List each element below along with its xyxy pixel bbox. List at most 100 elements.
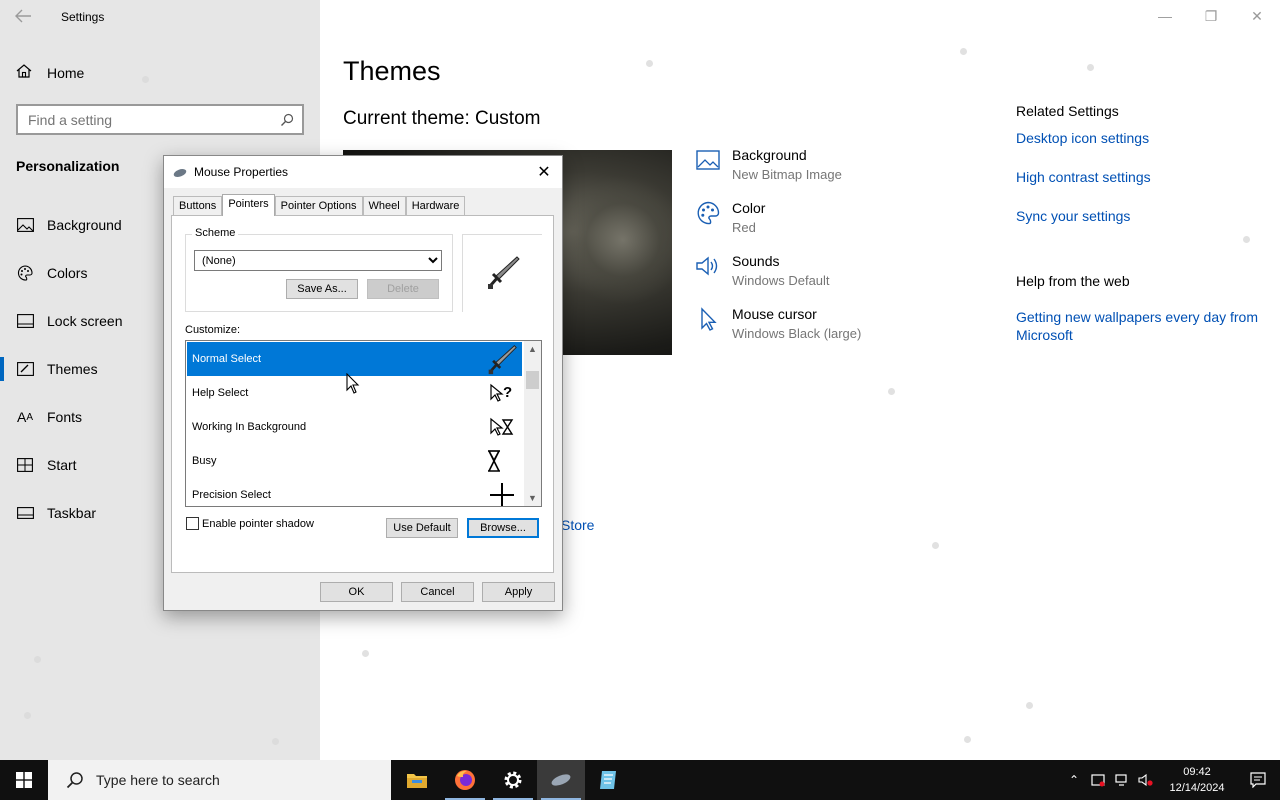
firefox-icon[interactable] [441,760,489,800]
tab-pointer-options[interactable]: Pointer Options [274,196,363,216]
palette-icon [16,264,34,282]
tab-buttons[interactable]: Buttons [173,196,223,216]
taskbar-search-placeholder: Type here to search [96,772,220,788]
svg-text:?: ? [503,384,512,401]
snowflake-decoration [34,656,41,663]
cancel-button[interactable]: Cancel [401,582,474,602]
list-item-busy[interactable]: Busy [187,444,522,478]
scheme-group: Scheme (None) Save As... Delete [185,227,453,312]
taskbar-icon [16,504,34,522]
related-settings-heading: Related Settings [1016,103,1119,119]
taskbar: Type here to search ⌃ 09:42 12/14/2024 [0,760,1280,800]
sword-cursor-icon [485,254,521,293]
back-arrow-icon[interactable] [14,8,34,26]
taskbar-search-box[interactable]: Type here to search [48,760,391,800]
customize-label: Customize: [185,324,241,336]
store-link[interactable]: Store [561,517,594,533]
list-item-working-in-background[interactable]: Working In Background [187,410,522,444]
file-explorer-icon[interactable] [393,760,441,800]
browse-button[interactable]: Browse... [467,518,539,538]
sidebar-item-label: Themes [47,361,98,377]
snowflake-decoration [1243,236,1250,243]
notification-center-icon[interactable] [1236,760,1280,800]
lock-screen-icon [16,312,34,330]
desktop-icon-settings-link[interactable]: Desktop icon settings [1016,129,1266,147]
sidebar-item-label: Taskbar [47,505,97,521]
snowflake-decoration [24,712,31,719]
cursor-name: Normal Select [192,353,262,365]
scroll-thumb[interactable] [526,371,539,389]
snowflake-decoration [272,738,279,745]
cursor-icon [695,306,721,332]
network-icon[interactable] [1110,760,1134,800]
minimize-icon[interactable]: — [1142,0,1188,32]
settings-gear-icon[interactable] [489,760,537,800]
restore-icon[interactable]: ❐ [1188,0,1234,32]
theme-prop-title: Mouse cursor [732,306,817,322]
hourglass-icon [482,449,522,473]
chevron-up-icon[interactable]: ⌃ [1062,760,1086,800]
save-as-button[interactable]: Save As... [286,279,358,299]
use-default-button[interactable]: Use Default [386,518,458,538]
windows-start-icon[interactable] [0,760,48,800]
theme-prop-title: Background [732,147,807,163]
scheme-label: Scheme [192,227,239,239]
list-item-precision-select[interactable]: Precision Select [187,478,522,506]
snowflake-decoration [142,76,149,83]
sword-cursor-icon [482,343,522,375]
tab-hardware[interactable]: Hardware [405,196,466,216]
find-setting-input[interactable] [18,111,272,128]
section-title: Personalization [16,158,120,174]
theme-mouse-cursor-setting[interactable]: Mouse cursor Windows Black (large) [695,306,861,341]
apply-button[interactable]: Apply [482,582,555,602]
scheme-select[interactable]: (None) [194,250,442,271]
sync-settings-link[interactable]: Sync your settings [1016,207,1266,225]
enable-pointer-shadow-checkbox[interactable]: Enable pointer shadow [186,517,314,530]
snowflake-decoration [362,650,369,657]
list-item-normal-select[interactable]: Normal Select [187,342,522,376]
mouse-properties-icon[interactable] [537,760,585,800]
page-title: Themes [343,56,441,86]
pointers-panel: Scheme (None) Save As... Delete Customiz… [171,215,554,573]
taskbar-clock[interactable]: 09:42 12/14/2024 [1158,764,1236,796]
sidebar-item-label: Start [47,457,77,473]
cursor-list[interactable]: Normal Select Help Select ? Working In B… [185,340,542,507]
clock-date: 12/14/2024 [1169,782,1225,794]
volume-muted-icon[interactable] [1134,760,1158,800]
mouse-pointer-icon [346,372,360,400]
system-tray: ⌃ 09:42 12/14/2024 [1062,760,1280,800]
find-setting-search-box[interactable] [16,104,304,135]
brush-icon [16,360,34,378]
security-icon[interactable] [1086,760,1110,800]
snowflake-decoration [960,48,967,55]
close-icon[interactable]: ✕ [1234,0,1280,32]
dialog-close-icon[interactable]: ✕ [532,160,556,184]
tab-wheel[interactable]: Wheel [362,196,406,216]
snowflake-decoration [646,60,653,67]
current-theme-label: Current theme: Custom [343,108,541,129]
checkbox-box[interactable] [186,517,199,530]
notepad-icon[interactable] [585,760,633,800]
search-icon[interactable] [272,113,302,127]
scroll-down-icon[interactable]: ▼ [524,490,541,506]
theme-prop-subtitle: Red [732,220,756,235]
tab-pointers[interactable]: Pointers [222,194,275,216]
home-nav-item[interactable]: Home [0,56,320,90]
theme-color-setting[interactable]: Color Red [695,200,765,235]
cursor-list-scrollbar[interactable]: ▲ ▼ [524,341,541,506]
home-icon [16,63,32,84]
checkbox-label: Enable pointer shadow [202,517,314,530]
dialog-titlebar[interactable]: Mouse Properties ✕ [164,156,562,188]
theme-sounds-setting[interactable]: Sounds Windows Default [695,253,830,288]
dialog-title: Mouse Properties [194,165,289,179]
help-cursor-icon: ? [482,382,522,404]
wallpapers-help-link[interactable]: Getting new wallpapers every day from Mi… [1016,308,1266,344]
ok-button[interactable]: OK [320,582,393,602]
scroll-up-icon[interactable]: ▲ [524,341,541,357]
delete-button[interactable]: Delete [367,279,439,299]
theme-background-setting[interactable]: Background New Bitmap Image [695,147,842,182]
cursor-name: Help Select [192,387,249,399]
theme-prop-title: Sounds [732,253,780,269]
high-contrast-settings-link[interactable]: High contrast settings [1016,168,1266,186]
snowflake-decoration [1026,702,1033,709]
